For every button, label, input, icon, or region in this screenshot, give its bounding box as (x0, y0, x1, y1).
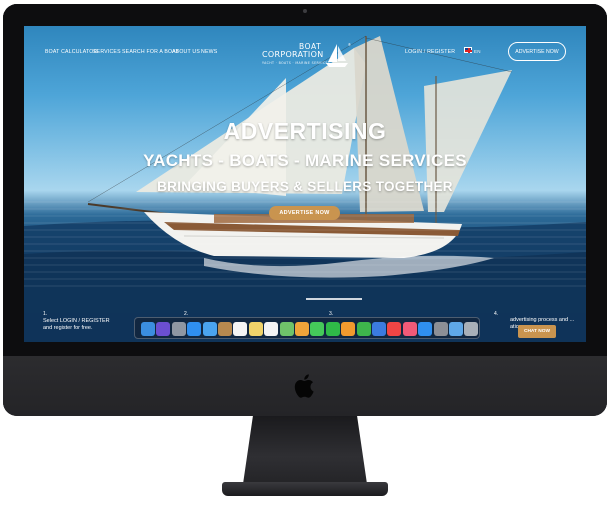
boat-corporation-logo[interactable]: BOAT CORPORATION YACHT · BOATS · MARINE … (262, 42, 358, 70)
nav-news[interactable]: NEWS (201, 49, 217, 55)
nav-about-us[interactable]: ABOUT US (172, 49, 200, 55)
photos-icon[interactable] (295, 322, 309, 336)
keynote-icon[interactable] (372, 322, 386, 336)
step-4-number: 4. (494, 311, 499, 317)
messages-icon[interactable] (310, 322, 325, 336)
nav-search-boat[interactable]: SEARCH FOR A BOAT (122, 49, 179, 55)
registered-mark: ® (348, 42, 351, 47)
uk-flag-icon[interactable] (464, 47, 472, 53)
chat-now-button[interactable]: CHAT NOW (518, 325, 556, 338)
launchpad-icon[interactable] (171, 322, 186, 336)
finder-icon[interactable] (141, 322, 155, 336)
trash-icon[interactable] (464, 322, 479, 336)
login-register-link[interactable]: LOGIN / REGISTER (405, 49, 455, 55)
nav-boat-calculator[interactable]: BOAT CALCULATOR (45, 49, 97, 55)
nav-services[interactable]: SERVICES (93, 49, 121, 55)
hero-subtitle: YACHTS - BOATS - MARINE SERVICES (143, 151, 467, 170)
reminders-icon[interactable] (264, 322, 279, 336)
siri-icon[interactable] (156, 322, 171, 336)
calendar-icon[interactable] (233, 322, 248, 336)
safari-icon[interactable] (187, 322, 202, 336)
maps-icon[interactable] (279, 322, 294, 336)
camera-icon (303, 9, 307, 13)
top-navigation: BOAT CALCULATOR SERVICES SEARCH FOR A BO… (24, 40, 586, 70)
pages-icon[interactable] (341, 322, 356, 336)
sail-logo-icon (326, 44, 348, 67)
advertise-now-nav-button[interactable]: ADVERTISE NOW (508, 42, 566, 61)
imac-stand-base (222, 482, 388, 496)
macos-dock (134, 317, 480, 339)
music-icon[interactable] (402, 322, 417, 336)
hero-tagline: BRINGING BUYERS & SELLERS TOGETHER (157, 179, 453, 194)
logo-word-corporation: CORPORATION (262, 50, 324, 59)
apple-logo-icon (294, 374, 314, 398)
numbers-icon[interactable] (356, 322, 371, 336)
mail-icon[interactable] (202, 322, 217, 336)
slider-indicator[interactable] (306, 298, 362, 300)
contacts-icon[interactable] (218, 322, 232, 336)
settings-icon[interactable] (433, 322, 448, 336)
step-4-text: advertising process and ... (510, 317, 575, 323)
news-icon[interactable] (387, 322, 402, 336)
hero-title: ADVERTISING (223, 118, 387, 144)
website-screen: BOAT CALCULATOR SERVICES SEARCH FOR A BO… (24, 26, 586, 342)
facetime-icon[interactable] (325, 322, 340, 336)
step-1-number: 1. (43, 311, 48, 317)
notes-icon[interactable] (248, 322, 263, 336)
appstore-icon[interactable] (418, 322, 433, 336)
logo-tagline: YACHT · BOATS · MARINE SERVICES (262, 61, 331, 65)
language-selector[interactable]: EN (474, 49, 481, 54)
advertise-now-hero-button[interactable]: ADVERTISE NOW (269, 206, 340, 220)
folder-icon[interactable] (449, 322, 463, 336)
imac-stand (243, 416, 367, 484)
step-1-text: Select LOGIN / REGISTER and register for… (43, 318, 110, 331)
